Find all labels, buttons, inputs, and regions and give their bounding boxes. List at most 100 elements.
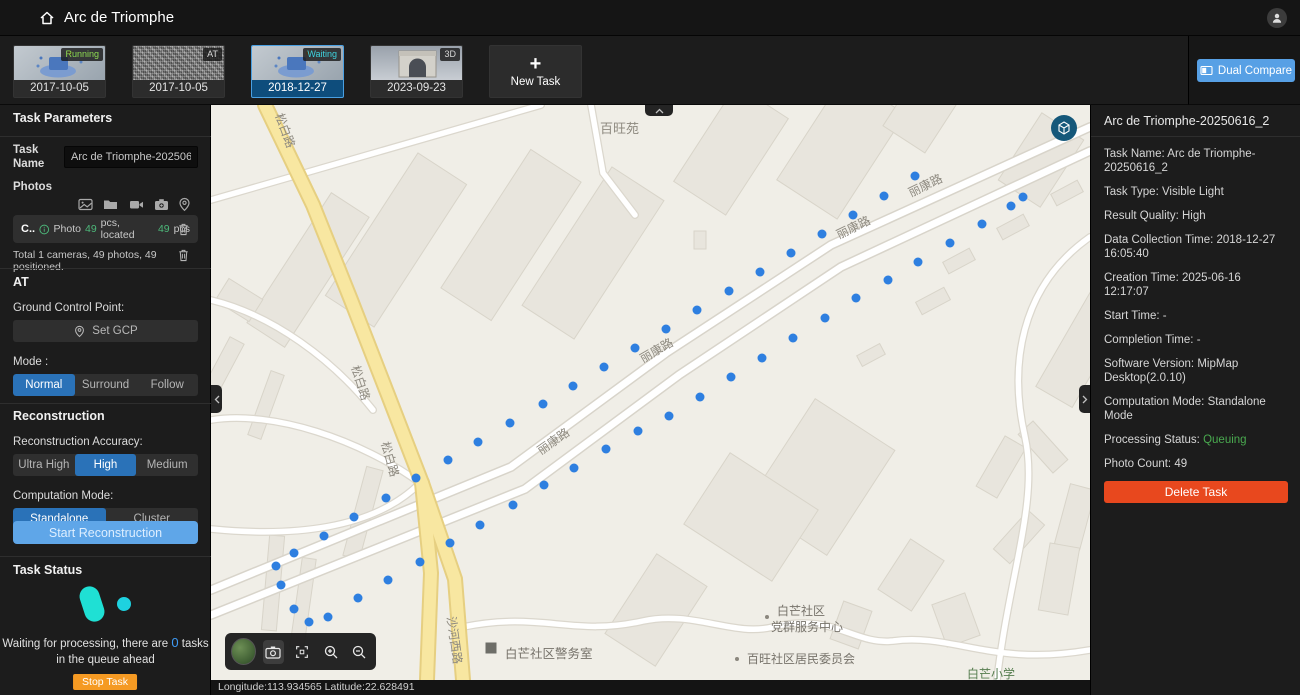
map-label: 白芒小学: [967, 666, 1015, 680]
zoom-in-button[interactable]: [320, 640, 342, 664]
mode-segmented-control: Normal Surround Follow: [13, 374, 198, 396]
task-date: 2017-10-05: [14, 80, 105, 97]
photos-summary: Total 1 cameras, 49 photos, 49 positione…: [13, 249, 173, 273]
coordinate-bar: Longitude:113.934565 Latitude:22.628491: [211, 680, 1090, 695]
task-strip: Running 2017-10-05 AT 2017-10-05 Waiting: [0, 36, 1188, 105]
task-info-title: Arc de Triomphe-20250616_2: [1091, 105, 1300, 137]
photo-point: [693, 306, 702, 315]
accuracy-option-high[interactable]: High: [75, 454, 137, 476]
status-badge: Running: [61, 48, 103, 61]
task-info-row: Data Collection Time: 2018-12-27 16:05:4…: [1104, 233, 1287, 261]
photo-point: [631, 344, 640, 353]
located-count: 49: [158, 223, 170, 235]
photo-point: [476, 521, 485, 530]
photo-point: [849, 211, 858, 220]
user-avatar[interactable]: [1267, 8, 1287, 28]
task-info-row: Start Time: -: [1104, 309, 1287, 323]
trash-icon[interactable]: [177, 222, 190, 236]
task-thumbnail: 3D: [371, 46, 462, 80]
task-thumbnail: Running: [14, 46, 105, 80]
photo-point: [725, 287, 734, 296]
location-pin-icon[interactable]: [177, 197, 192, 212]
photo-point: [821, 314, 830, 323]
photo-point: [569, 382, 578, 391]
photo-point: [446, 539, 455, 548]
map-label: 白芒社区警务室: [505, 646, 593, 661]
photo-point: [506, 419, 515, 428]
accuracy-option-medium[interactable]: Medium: [136, 454, 198, 476]
dual-compare-icon: [1200, 65, 1213, 76]
computation-mode-label: Computation Mode:: [13, 490, 113, 502]
photo-point: [946, 239, 955, 248]
add-folder-icon[interactable]: [103, 197, 118, 212]
task-info-row: Creation Time: 2025-06-16 12:17:07: [1104, 271, 1287, 299]
photo-point: [444, 456, 453, 465]
set-gcp-button[interactable]: Set GCP: [13, 320, 198, 342]
task-name-label: Task Name: [13, 143, 59, 171]
mode-option-follow[interactable]: Follow: [136, 374, 198, 396]
delete-task-button[interactable]: Delete Task: [1104, 481, 1288, 503]
collapse-right-panel-tab[interactable]: [1079, 385, 1090, 413]
zoom-out-icon: [351, 644, 367, 660]
stop-task-button[interactable]: Stop Task: [73, 674, 137, 690]
photo-count: 49: [85, 223, 97, 235]
new-task-button[interactable]: + New Task: [489, 45, 582, 98]
camera-icon[interactable]: [154, 197, 169, 212]
mode-option-normal[interactable]: Normal: [13, 374, 75, 396]
accuracy-option-ultra-high[interactable]: Ultra High: [13, 454, 75, 476]
task-info-row: Processing Status: Queuing: [1104, 433, 1287, 447]
photo-point: [350, 513, 359, 522]
photo-point: [787, 249, 796, 258]
photo-point: [474, 438, 483, 447]
photo-point: [412, 474, 421, 483]
mode-option-surround[interactable]: Surround: [75, 374, 137, 396]
task-card-2[interactable]: AT 2017-10-05: [132, 45, 225, 98]
home-icon[interactable]: [38, 9, 56, 27]
accuracy-label: Reconstruction Accuracy:: [13, 436, 143, 448]
task-info-row: Completion Time: -: [1104, 333, 1287, 347]
map-label: 百旺社区居民委员会: [747, 651, 855, 666]
zoom-out-button[interactable]: [348, 640, 370, 664]
trash-all-icon[interactable]: [177, 248, 190, 262]
add-video-icon[interactable]: [129, 197, 144, 212]
photo-point: [354, 594, 363, 603]
map-label: 百旺苑: [600, 121, 639, 136]
chevron-up-icon: [655, 108, 664, 114]
collapse-left-panel-tab[interactable]: [211, 385, 222, 413]
fit-extent-button[interactable]: [291, 640, 313, 664]
view-3d-toggle-button[interactable]: [1051, 115, 1077, 141]
photos-label: Photos: [13, 181, 52, 193]
task-date: 2018-12-27: [252, 80, 343, 97]
gcp-pin-icon: [73, 325, 86, 338]
add-image-icon[interactable]: [78, 197, 93, 212]
collapse-strip-tab[interactable]: [645, 105, 673, 116]
dual-compare-button[interactable]: Dual Compare: [1197, 59, 1295, 82]
start-reconstruction-button[interactable]: Start Reconstruction: [13, 521, 198, 544]
camera-capture-icon: [265, 645, 281, 659]
camera-list-item[interactable]: C.. Photo 49 pcs, located 49 pcs: [13, 215, 198, 243]
chevron-right-icon: [1082, 395, 1088, 404]
task-info-row: Photo Count: 49: [1104, 457, 1287, 471]
photo-point: [727, 373, 736, 382]
task-card-3-selected[interactable]: Waiting 2018-12-27: [251, 45, 344, 98]
photo-point: [305, 618, 314, 627]
basemap-layer-button[interactable]: [231, 638, 256, 665]
task-card-4[interactable]: 3D 2023-09-23: [370, 45, 463, 98]
photo-point: [665, 412, 674, 421]
photo-point: [382, 494, 391, 503]
app-header: Arc de Triomphe: [0, 0, 1300, 36]
section-title-task-parameters: Task Parameters: [13, 111, 112, 125]
map-graphics: 百旺苑松白路松白路松白路沙河西路丽康路丽康路丽康路丽康路白芒社区党群服务中心百旺…: [211, 105, 1090, 680]
photo-point: [290, 605, 299, 614]
task-name-input[interactable]: [64, 146, 198, 168]
status-badge: AT: [203, 48, 222, 61]
task-thumbnail: AT: [133, 46, 224, 80]
task-card-1[interactable]: Running 2017-10-05: [13, 45, 106, 98]
status-badge: 3D: [440, 48, 460, 61]
map-canvas[interactable]: 百旺苑松白路松白路松白路沙河西路丽康路丽康路丽康路丽康路白芒社区党群服务中心百旺…: [211, 105, 1090, 680]
photo-point: [539, 400, 548, 409]
snapshot-button[interactable]: [263, 640, 285, 664]
accuracy-segmented-control: Ultra High High Medium: [13, 454, 198, 476]
photo-point: [914, 258, 923, 267]
task-parameters-panel: Task Parameters Task Name Photos: [0, 105, 211, 695]
